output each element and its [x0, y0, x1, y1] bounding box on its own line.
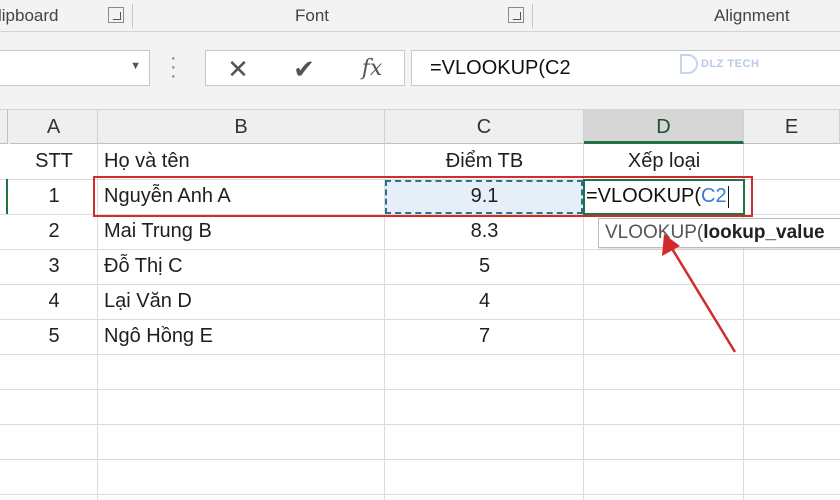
table-row-name[interactable]: Lại Văn D — [98, 284, 385, 319]
cell-c1[interactable]: Điểm TB — [385, 144, 584, 179]
table-row-stt[interactable]: 3 — [10, 249, 98, 284]
cell-d1[interactable]: Xếp loại — [584, 144, 744, 179]
watermark-text: DLZ TECH — [701, 57, 760, 70]
table-row-stt[interactable]: 2 — [10, 214, 98, 249]
table-row-score[interactable]: 8.3 — [385, 214, 584, 249]
table-row-stt[interactable]: 5 — [10, 319, 98, 354]
tooltip-argument: lookup_value — [703, 222, 825, 243]
formula-bar: ▼ · · · ✕ ✔ fx =VLOOKUP(C2 DLZ TECH — [0, 32, 840, 110]
font-group-label: Font — [295, 6, 330, 25]
cell-b1[interactable]: Họ và tên — [98, 144, 385, 179]
table-row-stt[interactable]: 4 — [10, 284, 98, 319]
chevron-down-icon[interactable]: ▼ — [130, 60, 141, 72]
ribbon-separator — [532, 4, 533, 28]
drag-handle-icon[interactable]: · · · — [170, 48, 180, 86]
select-all-corner[interactable] — [0, 110, 8, 144]
row-highlight-box — [93, 176, 753, 217]
clipboard-group-label: lipboard — [0, 6, 59, 25]
logo-mark-icon — [680, 54, 698, 74]
name-box[interactable]: ▼ — [0, 50, 150, 86]
table-row-score[interactable]: 5 — [385, 249, 584, 284]
formula-buttons: ✕ ✔ fx — [205, 50, 405, 86]
column-header-c[interactable]: C — [385, 110, 584, 144]
watermark-logo: DLZ TECH — [680, 54, 759, 74]
table-row-name[interactable]: Mai Trung B — [98, 214, 385, 249]
enter-check-icon[interactable]: ✔ — [284, 53, 324, 85]
font-launcher-icon[interactable] — [508, 7, 524, 23]
tooltip-function: VLOOKUP( — [605, 222, 704, 243]
insert-function-icon[interactable]: fx — [352, 53, 392, 85]
alignment-group-label: Alignment — [714, 6, 790, 25]
function-tooltip[interactable]: VLOOKUP(lookup_value — [598, 218, 840, 248]
ribbon-group-labels: lipboard Font Alignment — [0, 0, 840, 32]
worksheet-grid: A B C D E STT Họ và tên Điểm TB Xếp loại… — [0, 110, 840, 500]
formula-input[interactable]: =VLOOKUP(C2 — [411, 50, 840, 86]
table-row-name[interactable]: Đỗ Thị C — [98, 249, 385, 284]
ribbon-separator — [132, 4, 133, 28]
cell-a1[interactable]: STT — [10, 144, 98, 179]
column-header-b[interactable]: B — [98, 110, 385, 144]
column-header-d[interactable]: D — [584, 110, 744, 144]
active-row-marker — [0, 179, 8, 214]
arrow-shaft — [666, 241, 737, 353]
table-row-score[interactable]: 4 — [385, 284, 584, 319]
column-header-e[interactable]: E — [744, 110, 840, 144]
clipboard-launcher-icon[interactable] — [108, 7, 124, 23]
table-row-name[interactable]: Ngô Hồng E — [98, 319, 385, 354]
cancel-icon[interactable]: ✕ — [218, 53, 258, 85]
table-row-score[interactable]: 7 — [385, 319, 584, 354]
column-header-a[interactable]: A — [10, 110, 98, 144]
table-row-stt[interactable]: 1 — [10, 179, 98, 214]
